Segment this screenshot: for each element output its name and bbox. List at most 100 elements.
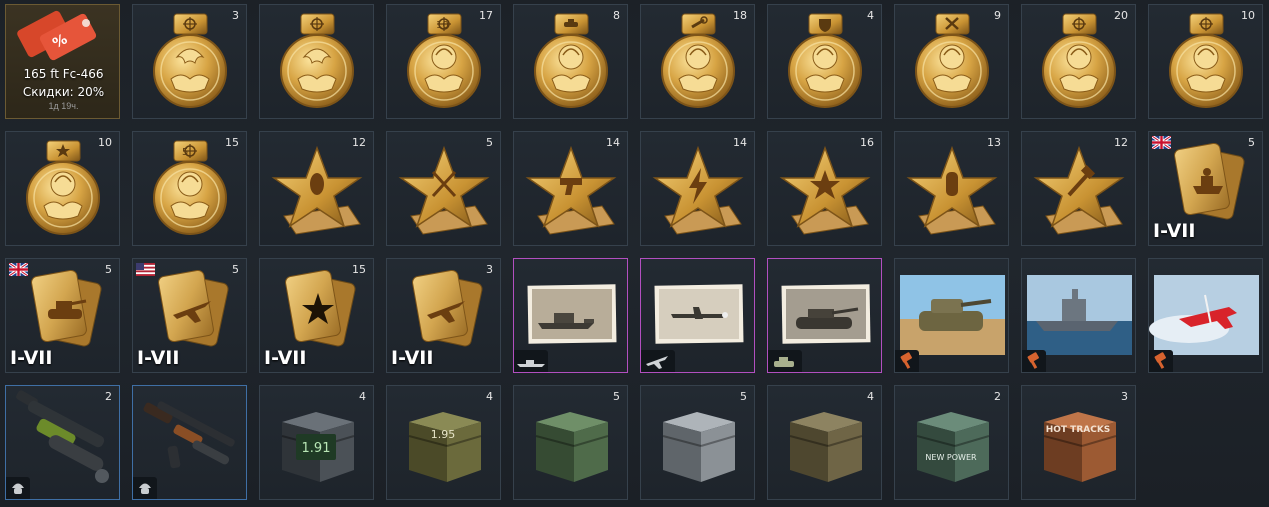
card-item[interactable]: 15 I-VII [259, 258, 374, 373]
crate-item[interactable]: 5 [513, 385, 628, 500]
crate-item[interactable]: HOT TRACKS 3 [1021, 385, 1136, 500]
crate-item[interactable]: 1.91 4 [259, 385, 374, 500]
svg-text:NEW POWER: NEW POWER [925, 453, 977, 462]
star-item[interactable]: 5 [386, 131, 501, 246]
photo-item[interactable] [513, 258, 628, 373]
medal-item[interactable]: 3 [132, 4, 247, 119]
scene-item[interactable] [1021, 258, 1136, 373]
discount-coupon-item[interactable]: % 165 ft Fc-466 Скидки: 20% 1д 19ч. [5, 4, 120, 119]
medal-item[interactable]: 8 [513, 4, 628, 119]
item-count: 15 [225, 136, 239, 149]
item-count: 3 [1121, 390, 1128, 403]
star-image [271, 145, 363, 235]
soldier-icon [133, 477, 157, 499]
medal-item[interactable]: 4 [767, 4, 882, 119]
crate-item[interactable]: 4 [767, 385, 882, 500]
star-item[interactable]: 13 [894, 131, 1009, 246]
item-count: 5 [232, 263, 239, 276]
item-count: 5 [740, 390, 747, 403]
svg-text:1.91: 1.91 [302, 441, 331, 456]
item-count: 2 [105, 390, 112, 403]
crate-image [789, 412, 863, 482]
item-count: 14 [733, 136, 747, 149]
plane-icon [641, 350, 675, 372]
star-item[interactable]: 14 [640, 131, 755, 246]
card-item[interactable]: 5 I-VII [5, 258, 120, 373]
medal-image [1169, 13, 1243, 108]
crate-item[interactable]: 1.95 4 [386, 385, 501, 500]
item-count: 10 [98, 136, 112, 149]
weapon-item[interactable] [132, 385, 247, 500]
crate-item[interactable]: 5 [640, 385, 755, 500]
item-count: 2 [994, 390, 1001, 403]
medal-image [788, 13, 862, 108]
item-count: 3 [232, 9, 239, 22]
scene-item[interactable] [1148, 258, 1263, 373]
star-image [1033, 145, 1125, 235]
item-count: 20 [1114, 9, 1128, 22]
medal-item[interactable]: 10 [1148, 4, 1263, 119]
photo-item[interactable] [640, 258, 755, 373]
medal-item[interactable]: 5 15 [132, 131, 247, 246]
medal-image [280, 13, 354, 108]
medal-item[interactable] [259, 4, 374, 119]
medal-image [534, 13, 608, 108]
card-item[interactable]: 5 I-VII [132, 258, 247, 373]
item-count: 10 [1241, 9, 1255, 22]
star-image [906, 145, 998, 235]
paintbrush-icon [1022, 350, 1046, 372]
star-image [525, 145, 617, 235]
star-item[interactable]: 14 [513, 131, 628, 246]
medal-image [26, 140, 100, 235]
medal-image [915, 13, 989, 108]
crate-image: NEW POWER [916, 412, 990, 482]
crate-image [662, 412, 736, 482]
tier-range-label: I-VII [10, 347, 53, 369]
medal-item[interactable]: 18 [640, 4, 755, 119]
crate-image: 1.91 [281, 412, 355, 482]
item-count: 16 [860, 136, 874, 149]
star-item[interactable]: 12 [259, 131, 374, 246]
item-count: 5 [105, 263, 112, 276]
card-item[interactable]: 3 I-VII [386, 258, 501, 373]
crate-image: 1.95 [408, 412, 482, 482]
paintbrush-icon [1149, 350, 1173, 372]
item-count: 8 [613, 9, 620, 22]
item-count: 5 [1248, 136, 1255, 149]
item-count: 13 [987, 136, 1001, 149]
star-item[interactable]: 12 [1021, 131, 1136, 246]
svg-text:HOT TRACKS: HOT TRACKS [1046, 425, 1111, 435]
photo-item[interactable] [767, 258, 882, 373]
medal-item[interactable]: 10 17 [386, 4, 501, 119]
star-item[interactable]: 16 [767, 131, 882, 246]
inventory-grid: % 165 ft Fc-466 Скидки: 20% 1д 19ч. 3 10… [0, 0, 1269, 507]
item-count: 3 [486, 263, 493, 276]
item-count: 4 [867, 9, 874, 22]
paintbrush-icon [895, 350, 919, 372]
item-count: 17 [479, 9, 493, 22]
soldier-icon [6, 477, 30, 499]
discount-target: 165 ft Fc-466 [23, 67, 104, 81]
uk-flag-icon [1152, 136, 1171, 149]
scene-item[interactable] [894, 258, 1009, 373]
medal-item[interactable]: 9 [894, 4, 1009, 119]
crate-image [535, 412, 609, 482]
medal-image: 10 [407, 13, 481, 108]
star-image [779, 145, 871, 235]
item-count: 5 [486, 136, 493, 149]
item-count: 14 [606, 136, 620, 149]
us-flag-icon [136, 263, 155, 276]
star-image [652, 145, 744, 235]
weapon-item[interactable]: 2 [5, 385, 120, 500]
card-item[interactable]: 5 I-VII [1148, 131, 1263, 246]
medal-item[interactable]: 20 [1021, 4, 1136, 119]
medal-image: 5 [153, 140, 227, 235]
item-count: 4 [867, 390, 874, 403]
item-count: 5 [613, 390, 620, 403]
ship-icon [514, 350, 548, 372]
medal-image [153, 13, 227, 108]
item-count: 15 [352, 263, 366, 276]
crate-item[interactable]: NEW POWER 2 [894, 385, 1009, 500]
medal-item[interactable]: 10 [5, 131, 120, 246]
tier-range-label: I-VII [137, 347, 180, 369]
